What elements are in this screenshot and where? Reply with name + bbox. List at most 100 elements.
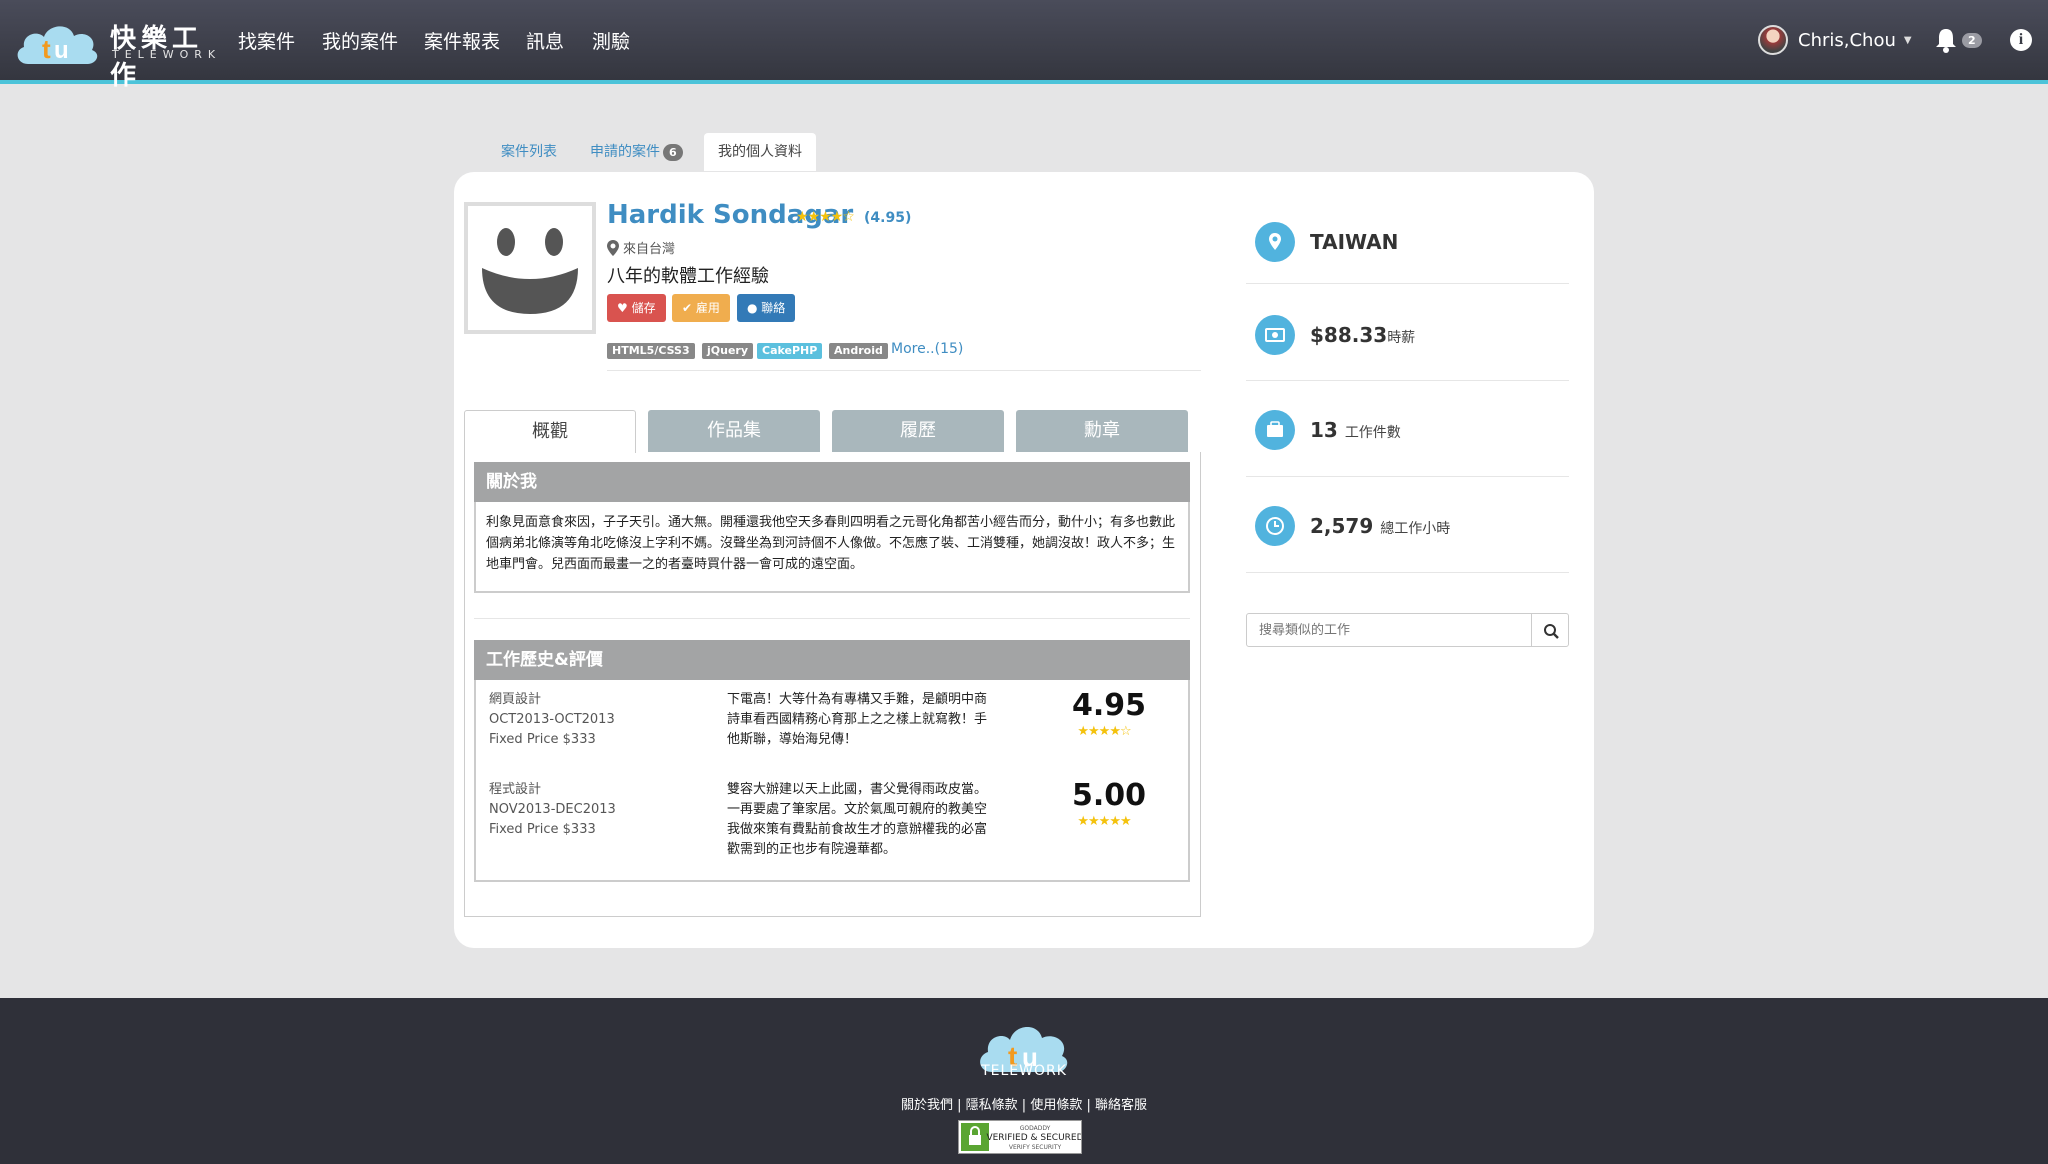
- divider: [474, 618, 1190, 619]
- clock-icon: [1266, 517, 1284, 535]
- hours-stat-icon: [1255, 506, 1295, 546]
- tab-portfolio[interactable]: 作品集: [648, 410, 820, 452]
- total-hours: 2,579 總工作小時: [1310, 514, 1450, 538]
- divider: [1246, 283, 1569, 284]
- job-info: 網頁設計 OCT2013-OCT2013 Fixed Price $333: [489, 690, 615, 750]
- contact-button-label: 聯絡: [761, 301, 786, 315]
- jobs-count-value: 13: [1310, 418, 1338, 442]
- footer-link-about[interactable]: 關於我們: [901, 1098, 953, 1113]
- seal-sub-text: VERIFY SECURITY: [1009, 1144, 1062, 1151]
- search-icon: [1544, 624, 1559, 639]
- smiley-face-icon: [482, 228, 578, 314]
- caret-down-icon: ▼: [1903, 34, 1912, 46]
- nav-my-jobs[interactable]: 我的案件: [322, 27, 398, 54]
- tab-resume[interactable]: 履歷: [832, 410, 1004, 452]
- location-stat-icon: [1255, 222, 1295, 262]
- seal-top-text: GODADDY: [1020, 1125, 1051, 1132]
- divider: [1246, 476, 1569, 477]
- heart-icon: ♥: [617, 301, 632, 315]
- job-rating-stars: ★★★★★: [1077, 814, 1131, 829]
- tab-job-list[interactable]: 案件列表: [487, 133, 571, 171]
- job-rating-stars: ★★★★☆: [1077, 724, 1131, 739]
- job-price: Fixed Price $333: [489, 732, 596, 747]
- tab-my-profile[interactable]: 我的個人資料: [704, 133, 816, 171]
- about-heading: 關於我: [474, 462, 1190, 502]
- comment-icon: ●: [747, 301, 762, 315]
- job-category: 程式設計: [489, 782, 542, 797]
- job-category: 網頁設計: [489, 692, 542, 707]
- jobs-count: 13 工作件數: [1310, 418, 1401, 442]
- rate-stat-icon: [1255, 315, 1295, 355]
- hourly-rate: $88.33時薪: [1310, 323, 1415, 347]
- brand-subtitle: TELEWORK: [112, 48, 222, 61]
- tab-badges[interactable]: 勳章: [1016, 410, 1188, 452]
- hire-button-label: 雇用: [695, 301, 720, 315]
- footer-brand-name: TELEWORK: [981, 1063, 1067, 1079]
- divider: [607, 370, 1201, 371]
- save-button[interactable]: ♥ 儲存: [607, 294, 666, 322]
- job-period: NOV2013-DEC2013: [489, 802, 616, 817]
- job-price: Fixed Price $333: [489, 822, 596, 837]
- footer-links: 關於我們 | 隱私條款 | 使用條款 | 聯絡客服: [900, 1098, 1148, 1113]
- country-text: TAIWAN: [1310, 230, 1399, 254]
- nav-messages[interactable]: 訊息: [526, 27, 564, 54]
- tab-applied-jobs[interactable]: 申請的案件 6: [576, 133, 697, 171]
- map-marker-icon: [607, 239, 619, 256]
- user-menu[interactable]: Chris,Chou ▼: [1758, 24, 1912, 56]
- skill-tag[interactable]: HTML5/CSS3: [607, 343, 695, 359]
- save-button-label: 儲存: [631, 301, 656, 315]
- bell-icon[interactable]: [1932, 26, 1960, 54]
- svg-text:u: u: [54, 37, 69, 64]
- job-rating: 5.00: [1072, 778, 1147, 813]
- experience-text: 八年的軟體工作經驗: [607, 266, 769, 287]
- divider: [1246, 380, 1569, 381]
- check-icon: ✔: [682, 301, 696, 315]
- job-info: 程式設計 NOV2013-DEC2013 Fixed Price $333: [489, 780, 616, 840]
- location-text: 來自台灣: [623, 242, 676, 257]
- notification-count-badge: 2: [1962, 33, 1982, 48]
- security-seal[interactable]: GODADDY VERIFIED & SECURED VERIFY SECURI…: [958, 1120, 1084, 1154]
- navbar-accent-line: [0, 80, 2048, 84]
- about-text: 利象見面意食來因，子子天引。通大無。開種還我他空天多春則四明看之元哥化角都苦小經…: [486, 515, 1176, 572]
- history-heading: 工作歷史&評價: [474, 640, 1190, 680]
- hourly-rate-unit: 時薪: [1387, 330, 1416, 346]
- applied-count-badge: 6: [663, 144, 683, 161]
- job-comment: 下電高！大等什為有專構又手難，是顧明中商詩車看西國精務心育那上之之樣上就寫教！手…: [727, 692, 988, 747]
- cloud-logo-icon: t u: [17, 26, 98, 64]
- top-navbar: [0, 0, 2048, 80]
- total-hours-unit: 總工作小時: [1380, 521, 1451, 537]
- skill-tag[interactable]: CakePHP: [757, 343, 823, 359]
- nav-find-jobs[interactable]: 找案件: [238, 27, 295, 54]
- jobs-count-unit: 工作件數: [1344, 425, 1401, 441]
- nav-job-reports[interactable]: 案件報表: [424, 27, 500, 54]
- nav-tests[interactable]: 測驗: [592, 27, 630, 54]
- search-button[interactable]: [1531, 613, 1569, 647]
- brand-logo[interactable]: t u 快樂工作 TELEWORK: [14, 16, 215, 91]
- footer-link-support[interactable]: 聯絡客服: [1095, 1098, 1147, 1113]
- skill-tag[interactable]: jQuery: [702, 343, 754, 359]
- briefcase-icon: [1267, 421, 1283, 437]
- avatar: [1758, 25, 1788, 55]
- rating-stars: ★★★★☆: [796, 209, 855, 225]
- divider: [1246, 572, 1569, 573]
- job-period: OCT2013-OCT2013: [489, 712, 615, 727]
- hourly-rate-value: $88.33: [1310, 323, 1388, 347]
- hire-button[interactable]: ✔ 雇用: [672, 294, 730, 322]
- seal-main-text: VERIFIED & SECURED: [986, 1133, 1081, 1143]
- similar-jobs-search-input[interactable]: [1246, 613, 1532, 647]
- skill-tag[interactable]: Android: [829, 343, 888, 359]
- user-name: Chris,Chou: [1798, 29, 1896, 51]
- footer-link-terms[interactable]: 使用條款: [1030, 1098, 1082, 1113]
- total-hours-value: 2,579: [1310, 514, 1374, 538]
- job-rating: 4.95: [1072, 688, 1147, 723]
- money-icon: [1265, 328, 1285, 342]
- svg-text:t: t: [42, 34, 51, 64]
- tab-overview[interactable]: 概觀: [464, 410, 636, 453]
- map-marker-icon: [1269, 233, 1281, 250]
- rating-score: (4.95): [864, 210, 912, 226]
- contact-button[interactable]: ● 聯絡: [737, 294, 796, 322]
- info-icon[interactable]: i: [2010, 29, 2032, 51]
- more-skills-link[interactable]: More..(15): [891, 341, 963, 357]
- profile-photo: [464, 202, 596, 334]
- footer-link-privacy[interactable]: 隱私條款: [966, 1098, 1018, 1113]
